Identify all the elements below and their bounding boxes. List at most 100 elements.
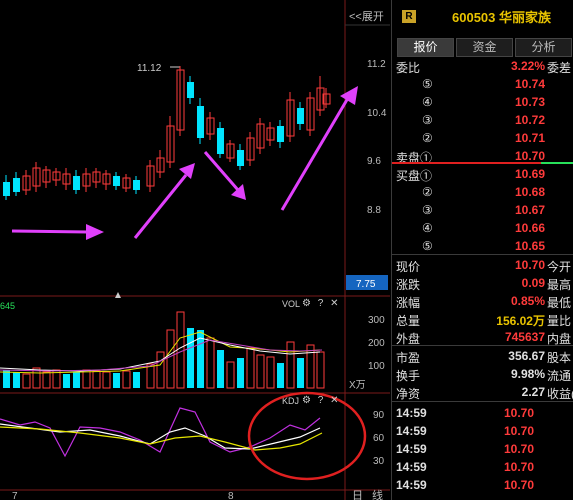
market-badge: R <box>402 10 416 23</box>
bid-level: ③ <box>422 203 433 217</box>
volume-bar <box>13 372 20 388</box>
price-tick-label: 9.6 <box>367 156 381 167</box>
tab-analysis[interactable]: 分析 <box>515 38 572 57</box>
stat-label: 市盈 <box>396 351 421 365</box>
vol-axis: 300 200 100 <box>368 315 385 372</box>
weibi-row: 委比 3.22% 委差 <box>392 57 573 75</box>
weibi-value: 3.22% <box>510 59 545 73</box>
stat-value: 0.85% <box>510 294 545 308</box>
bid-price: 10.69 <box>514 167 545 181</box>
bid-level: ④ <box>422 221 433 235</box>
stat-extra-label: 最高 <box>547 278 572 292</box>
bid-price: 10.67 <box>514 203 545 217</box>
tab-quote[interactable]: 报价 <box>397 38 454 57</box>
gear-icon[interactable]: ⚙ <box>302 298 311 309</box>
bid-row[interactable]: ② 10.68 <box>392 183 573 201</box>
help-icon[interactable]: ? <box>318 298 324 309</box>
period-line-tab[interactable]: 线 <box>372 488 383 500</box>
candle-body <box>13 178 20 192</box>
candle-body <box>297 108 304 124</box>
vol-tick-label: 100 <box>368 361 385 372</box>
kdj-tick-label: 90 <box>373 410 385 421</box>
ask-row[interactable]: ② 10.71 <box>392 129 573 147</box>
stat-value: 10.70 <box>514 258 545 272</box>
tick-time: 14:59 <box>396 424 427 438</box>
tick-row: 14:59 10.70 <box>392 458 573 476</box>
gear-icon[interactable]: ⚙ <box>302 395 311 406</box>
volume-bar <box>63 374 70 388</box>
stat-row: 涨跌 0.09 最高 <box>392 274 573 292</box>
stat-extra-label: 最低 <box>547 296 572 310</box>
tick-price: 10.70 <box>504 460 535 474</box>
annotation-arrow-line <box>133 174 188 239</box>
bid-price: 10.65 <box>514 239 545 253</box>
stat-label: 换手 <box>396 369 421 383</box>
ask-row[interactable]: ④ 10.73 <box>392 93 573 111</box>
vol-left-value: 645 <box>0 301 15 311</box>
quote-panel: R 600503 华丽家族 报价 资金 分析 委比 3.22% 委差 ⑤ 10.7… <box>391 0 573 500</box>
bid-row[interactable]: ③ 10.67 <box>392 201 573 219</box>
bid-row[interactable]: ⑤ 10.65 <box>392 237 573 255</box>
kdj-tick-label: 30 <box>373 456 385 467</box>
tick-time: 14:59 <box>396 442 427 456</box>
volume-bar <box>266 356 275 389</box>
candle-body <box>73 176 80 190</box>
ask-row[interactable]: ③ 10.72 <box>392 111 573 129</box>
annotation-arrowhead <box>340 86 358 105</box>
section-divider <box>392 401 573 402</box>
kdj-axis: 90 60 30 <box>373 410 385 467</box>
vol-unit-label: X万 <box>349 380 366 391</box>
volume-bar <box>113 373 120 388</box>
bid-price: 10.66 <box>514 221 545 235</box>
expand-button[interactable]: <<展开 <box>349 10 384 23</box>
close-icon[interactable]: ✕ <box>330 395 338 406</box>
candle-body <box>113 176 120 186</box>
section-divider <box>392 345 573 346</box>
tick-row: 14:59 10.70 <box>392 476 573 494</box>
bid-level: ② <box>422 185 433 199</box>
ask-level: ⑤ <box>422 77 433 91</box>
stat-value: 9.98% <box>510 367 545 381</box>
tab-funds[interactable]: 资金 <box>456 38 513 57</box>
weicha-label: 委差 <box>547 61 572 75</box>
ask-row[interactable]: ⑤ 10.74 <box>392 75 573 93</box>
volume-bar <box>286 341 295 389</box>
volume-bar <box>237 358 244 388</box>
bid-row[interactable]: ④ 10.66 <box>392 219 573 237</box>
stat-row: 涨幅 0.85% 最低 <box>392 292 573 310</box>
tick-price: 10.70 <box>504 442 535 456</box>
price-tick-label: 8.8 <box>367 205 381 216</box>
stat-value: 2.27 <box>521 385 545 399</box>
annotation-arrow-line <box>280 97 350 211</box>
bid-row[interactable]: 买盘① 10.69 <box>392 165 573 183</box>
candlestick-series <box>3 66 331 200</box>
stat-label: 涨幅 <box>396 296 421 310</box>
stat-row: 总量 156.02万 量比 <box>392 310 573 328</box>
stat-extra-label: 流通 <box>547 369 572 383</box>
ask-price: 10.71 <box>514 131 545 145</box>
tick-price: 10.70 <box>504 478 535 492</box>
stat-extra-label: 量比 <box>547 314 572 328</box>
volume-bar <box>22 373 31 389</box>
volume-bar <box>73 372 80 388</box>
volume-bar <box>206 337 215 389</box>
up-arrow-icon <box>115 292 121 298</box>
volume-bar <box>187 328 194 388</box>
chart-area[interactable]: 11.2 10.4 9.6 8.8 7.75 <<展开 11.12 645 VO… <box>0 0 390 500</box>
tick-price: 10.70 <box>504 406 535 420</box>
tick-time: 14:59 <box>396 406 427 420</box>
quote-tabs: 报价 资金 分析 <box>397 38 573 57</box>
ask-level: ② <box>422 131 433 145</box>
period-day-tab[interactable]: 日 <box>352 490 363 500</box>
close-icon[interactable]: ✕ <box>330 298 338 309</box>
stat-extra-label: 股本 <box>547 351 572 365</box>
ask-price: 10.73 <box>514 95 545 109</box>
help-icon[interactable]: ? <box>318 395 324 406</box>
ask-price: 10.72 <box>514 113 545 127</box>
stock-title: 600503 华丽家族 <box>452 10 551 25</box>
kline-chart[interactable]: 11.2 10.4 9.6 8.8 7.75 <<展开 11.12 645 VO… <box>0 0 390 500</box>
bid-level: ⑤ <box>422 239 433 253</box>
volume-bar <box>217 350 224 388</box>
high-price-label: 11.12 <box>137 63 162 74</box>
volume-bar <box>226 361 235 389</box>
